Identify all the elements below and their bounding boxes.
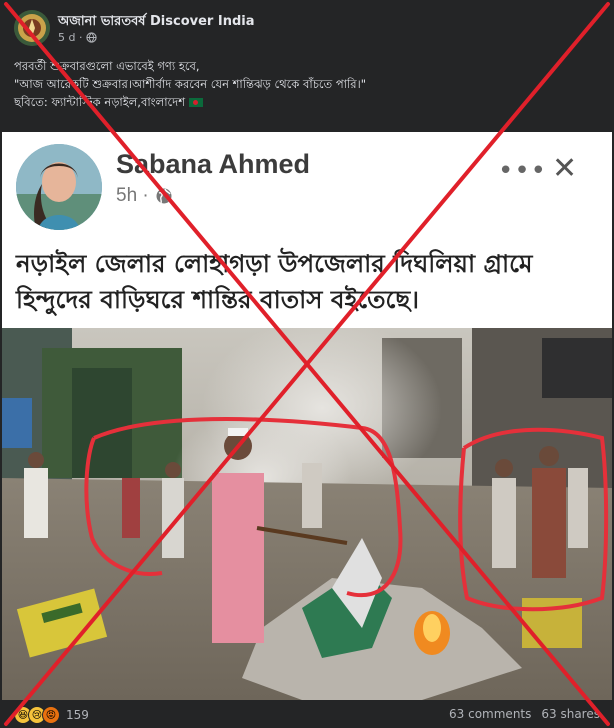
- shared-text-line: হিন্দুদের বাড়িঘরে শান্তির বাতাস বইতেছে।: [16, 285, 419, 314]
- shared-screenshot[interactable]: Sabana Ahmed 5h · ••• ✕ নড়াইল জেলার লোহ…: [2, 132, 612, 700]
- post-meta: 5 d ·: [58, 31, 98, 44]
- globe-icon: [156, 188, 172, 204]
- shared-avatar: [16, 144, 102, 230]
- shared-text-line: নড়াইল জেলার লোহাগড়া উপজেলার দিঘলিয়া গ…: [16, 249, 533, 278]
- caption-line-text: ছবিতে: ফ্যান্টাস্টিক নড়াইল,বাংলাদেশ: [14, 95, 185, 109]
- street-photo: [2, 328, 612, 700]
- bangladesh-flag-icon: [189, 98, 203, 107]
- reaction-count[interactable]: 159: [66, 708, 89, 722]
- caption-line: "আজ আরেকটি শুক্রবার।আশীর্বাদ করবেন যেন শ…: [14, 77, 366, 91]
- globe-icon: [86, 32, 98, 43]
- post-header: অজানা ভারতবর্ষ Discover India 5 d · পরবর…: [0, 0, 614, 132]
- post-author[interactable]: অজানা ভারতবর্ষ Discover India: [58, 12, 254, 33]
- close-icon: ✕: [552, 151, 578, 186]
- post-footer: 😆 😢 😡 159 63 comments 63 shares: [0, 700, 614, 728]
- post-time[interactable]: 5 d ·: [58, 31, 82, 44]
- post-caption: পরবর্তী শুক্রবারগুলো এভাবেই গণ্য হবে, "আ…: [14, 57, 599, 111]
- more-options-icon: •••: [498, 156, 548, 186]
- facebook-post: অজানা ভারতবর্ষ Discover India 5 d · পরবর…: [0, 0, 614, 728]
- shared-author-name: Sabana Ahmed: [116, 149, 311, 179]
- shared-time-text: 5h ·: [116, 185, 149, 206]
- caption-line: ছবিতে: ফ্যান্টাস্টিক নড়াইল,বাংলাদেশ: [14, 93, 599, 111]
- page-avatar[interactable]: [14, 10, 50, 46]
- shares-count[interactable]: 63 shares: [541, 707, 600, 721]
- shared-post-text: নড়াইল জেলার লোহাগড়া উপজেলার দিঘলিয়া গ…: [16, 246, 606, 318]
- profile-photo: [16, 144, 102, 230]
- page-avatar-image: [14, 10, 50, 46]
- caption-line: পরবর্তী শুক্রবারগুলো এভাবেই গণ্য হবে,: [14, 59, 200, 73]
- reactions[interactable]: 😆 😢 😡 159: [14, 706, 89, 724]
- angry-reaction-icon: 😡: [42, 706, 60, 724]
- comments-count[interactable]: 63 comments: [449, 707, 531, 721]
- shared-time: 5h ·: [116, 185, 173, 207]
- engagement-counts: 63 comments 63 shares: [449, 707, 600, 721]
